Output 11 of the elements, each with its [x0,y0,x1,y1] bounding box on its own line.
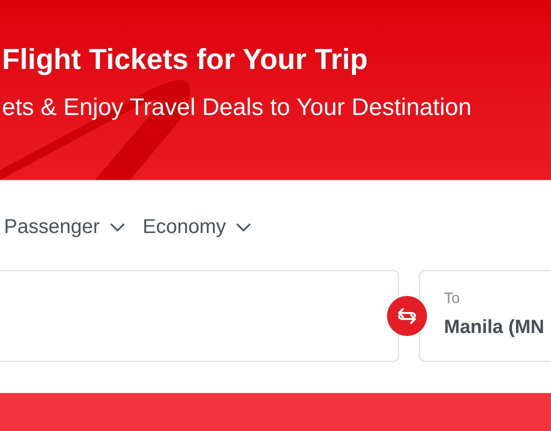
hero-subtitle: ets & Enjoy Travel Deals to Your Destination [2,93,473,123]
from-field[interactable] [0,270,399,362]
chevron-down-icon [110,222,125,232]
to-field[interactable]: To Manila (MN [419,270,551,362]
destination-value: Manila (MN [444,316,546,340]
dropdown[interactable]: Passenger [4,213,125,241]
hero-title: Flight Tickets for Your Trip [2,43,369,78]
to-label: To [444,289,461,309]
chevron-down-icon [236,222,251,232]
swap-icon [397,307,417,325]
dropdown[interactable]: Economy [142,213,251,241]
